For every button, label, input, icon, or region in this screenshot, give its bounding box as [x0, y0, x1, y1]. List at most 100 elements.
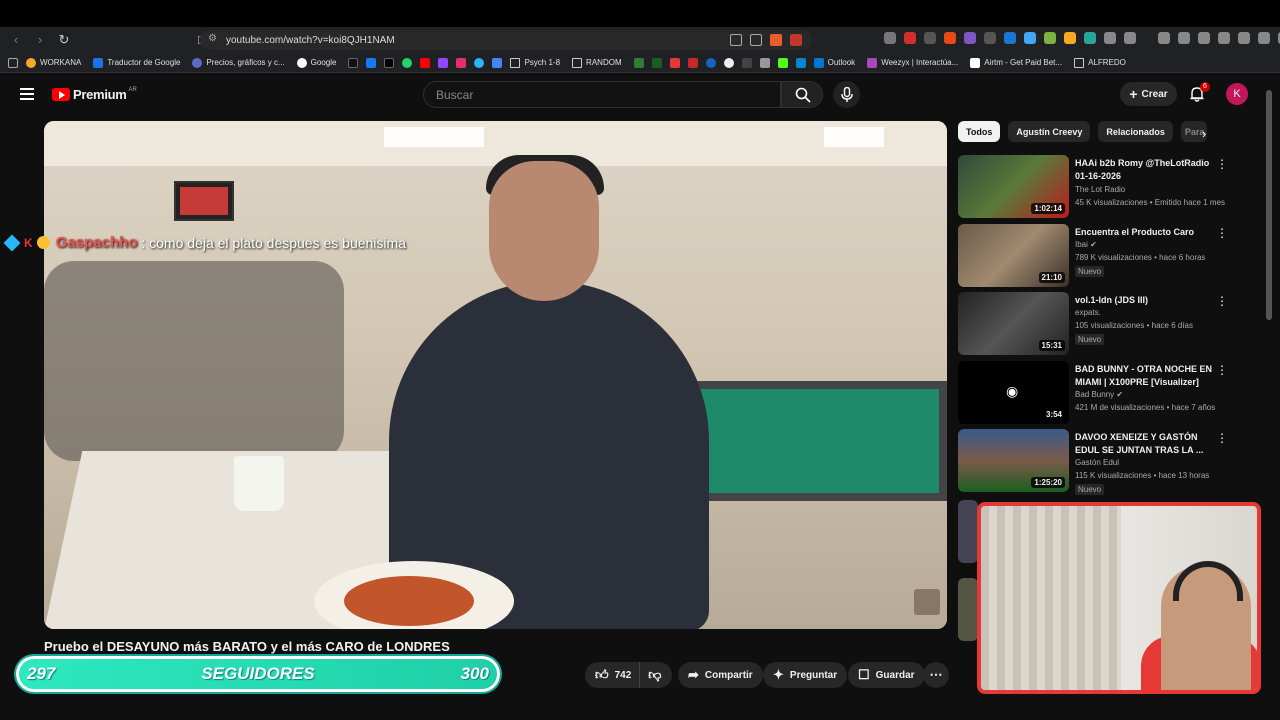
more-actions-button[interactable]: ⋯ — [923, 662, 949, 688]
recommendation-channel[interactable]: Gastón Edul — [1075, 458, 1119, 467]
video-player[interactable] — [44, 121, 947, 629]
more-icon[interactable]: ⋮ — [1216, 226, 1228, 240]
extension-icon[interactable] — [1064, 32, 1076, 44]
video-thumbnail[interactable]: 15:31 — [958, 292, 1069, 355]
extension-icon[interactable] — [984, 32, 996, 44]
more-icon[interactable]: ⋮ — [1216, 294, 1228, 308]
extension-icon[interactable] — [1258, 32, 1270, 44]
bookmark-item[interactable]: Precios, gráficos y c... — [192, 57, 285, 68]
facebook-icon[interactable] — [366, 57, 377, 68]
ask-button[interactable]: ✦ Preguntar — [763, 662, 848, 688]
more-icon[interactable]: ⋮ — [1216, 363, 1228, 377]
twitch-icon[interactable] — [438, 57, 449, 68]
extension-icon[interactable] — [1004, 32, 1016, 44]
recommendation-channel[interactable]: expats. — [1075, 308, 1101, 317]
bookmark-item[interactable]: Traductor de Google — [93, 57, 180, 68]
reload-icon[interactable]: ↻ — [56, 32, 72, 48]
extension-icon[interactable] — [1024, 32, 1036, 44]
chevron-right-icon[interactable]: › — [1202, 126, 1206, 141]
video-thumbnail[interactable]: 21:10 — [958, 224, 1069, 287]
share-icon[interactable] — [750, 34, 762, 46]
extension-icon[interactable] — [1084, 32, 1096, 44]
extension-icon[interactable] — [924, 32, 936, 44]
instagram-icon[interactable] — [456, 57, 467, 68]
bookmark-icon[interactable] — [633, 57, 644, 68]
youtube-logo[interactable]: Premium AR — [52, 87, 137, 102]
chip-agustin-creevy[interactable]: Agustín Creevy — [1008, 121, 1091, 142]
recommendation-item[interactable]: 21:10 Encuentra el Producto Caro Ibai ✔ … — [958, 224, 1258, 288]
like-button[interactable]: 👍︎ 742 — [585, 662, 641, 688]
back-icon[interactable]: ‹ — [8, 32, 24, 48]
cast-icon[interactable] — [730, 34, 742, 46]
tiktok-icon[interactable] — [348, 57, 359, 68]
share-button[interactable]: ➦ Compartir — [678, 662, 763, 688]
recommendation-item[interactable]: 15:31 vol.1-ldn (JDS III) expats. 105 vi… — [958, 292, 1258, 356]
video-thumbnail[interactable]: ◉ 3:54 — [958, 361, 1069, 424]
bookmark-item[interactable]: Weezyx | Interactúa... — [867, 57, 958, 68]
bookmark-icon[interactable] — [741, 57, 752, 68]
extension-icon[interactable] — [1178, 32, 1190, 44]
extension-icon[interactable] — [884, 32, 896, 44]
extension-icon[interactable] — [1158, 32, 1170, 44]
notifications-button[interactable]: 6 — [1190, 82, 1210, 102]
bookmark-icon[interactable] — [651, 57, 662, 68]
bookmark-icon[interactable] — [474, 57, 485, 68]
bookmark-item[interactable]: WORKANA — [26, 57, 81, 68]
recommendation-title[interactable]: HAAi b2b Romy @TheLotRadio 01-16-2026 — [1075, 157, 1215, 183]
video-thumbnail[interactable] — [958, 578, 978, 641]
bookmark-folder[interactable]: ALFREDO — [1074, 57, 1126, 68]
bookmark-icon[interactable] — [669, 57, 680, 68]
video-thumbnail[interactable] — [958, 500, 978, 563]
extension-icon[interactable] — [904, 32, 916, 44]
extension-icon[interactable] — [944, 32, 956, 44]
create-button[interactable]: + Crear — [1120, 82, 1177, 106]
extension-icon[interactable] — [1044, 32, 1056, 44]
channel-watermark[interactable] — [914, 589, 940, 615]
more-icon[interactable]: ⋮ — [1216, 431, 1228, 445]
chip-todos[interactable]: Todos — [958, 121, 1001, 142]
bookmark-icon[interactable] — [705, 57, 716, 68]
bookmark-icon[interactable] — [723, 57, 734, 68]
avatar[interactable]: K — [1226, 83, 1248, 105]
bookmark-folder[interactable]: RANDOM — [572, 57, 622, 68]
extension-icon[interactable] — [1218, 32, 1230, 44]
bookmark-item[interactable]: Outlook — [813, 57, 855, 68]
chip-relacionados[interactable]: Relacionados — [1098, 121, 1173, 142]
extension-icon[interactable] — [1238, 32, 1250, 44]
recommendation-item[interactable]: 1:25:20 DAVOO XENEIZE Y GASTÓN EDUL SE J… — [958, 429, 1258, 495]
bookmark-folder[interactable]: Psych 1-8 — [510, 57, 560, 68]
brave-shield-icon[interactable] — [770, 34, 782, 46]
kick-icon[interactable] — [777, 57, 788, 68]
menu-icon[interactable] — [20, 88, 34, 100]
recommendation-title[interactable]: vol.1-ldn (JDS III) — [1075, 294, 1215, 307]
recommendation-channel[interactable]: The Lot Radio — [1075, 185, 1125, 194]
recommendation-item[interactable]: ◉ 3:54 BAD BUNNY - OTRA NOCHE EN MIAMI |… — [958, 361, 1258, 425]
recommendation-title[interactable]: BAD BUNNY - OTRA NOCHE EN MIAMI | X100PR… — [1075, 363, 1215, 389]
dislike-button[interactable]: 👎︎ — [640, 667, 669, 683]
bookmark-icon[interactable] — [759, 57, 770, 68]
bookmark-icon[interactable] — [687, 57, 698, 68]
recommendation-channel[interactable]: Bad Bunny ✔ — [1075, 390, 1123, 399]
voice-search-button[interactable] — [833, 81, 860, 108]
bookmark-icon[interactable] — [492, 57, 503, 68]
whatsapp-icon[interactable] — [402, 57, 413, 68]
apps-icon[interactable] — [8, 57, 18, 68]
more-icon[interactable]: ⋮ — [1216, 157, 1228, 171]
bookmark-item[interactable]: Airtm - Get Paid Bet... — [970, 57, 1062, 68]
scrollbar[interactable] — [1266, 90, 1272, 690]
bookmark-icon[interactable] — [795, 57, 806, 68]
recommendation-title[interactable]: DAVOO XENEIZE Y GASTÓN EDUL SE JUNTAN TR… — [1075, 431, 1215, 457]
forward-icon[interactable]: › — [32, 32, 48, 48]
brave-rewards-icon[interactable] — [790, 34, 802, 46]
extension-icon[interactable] — [1124, 32, 1136, 44]
video-thumbnail[interactable]: 1:25:20 — [958, 429, 1069, 492]
search-button[interactable] — [781, 81, 823, 108]
youtube-icon[interactable] — [420, 57, 431, 68]
search-input[interactable]: Buscar — [423, 81, 781, 108]
bookmark-item[interactable]: Google — [296, 57, 336, 68]
extension-icon[interactable] — [1104, 32, 1116, 44]
extension-icon[interactable] — [964, 32, 976, 44]
extension-icon[interactable] — [1198, 32, 1210, 44]
x-icon[interactable] — [384, 57, 395, 68]
site-info-icon[interactable]: ⚙ — [208, 33, 217, 44]
